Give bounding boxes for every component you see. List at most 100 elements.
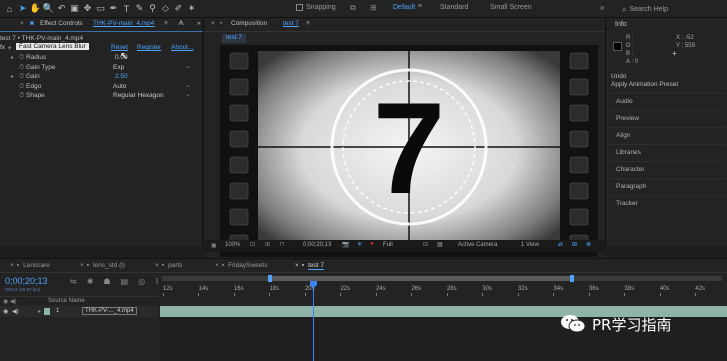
layer-audio-icon[interactable]: ◀) xyxy=(12,308,19,315)
panel-libraries[interactable]: Libraries xyxy=(609,144,725,160)
composition-tab[interactable]: Composition xyxy=(231,20,267,30)
search-help[interactable]: ⌕ Search Help xyxy=(622,4,722,15)
brush-icon[interactable]: ✎ xyxy=(134,3,145,15)
composition-subtab[interactable]: test 7 xyxy=(222,34,246,43)
puppet-icon[interactable]: ✶ xyxy=(186,3,197,15)
zoom-icon[interactable]: 🔍 xyxy=(43,3,54,15)
mouse-cursor-icon: ↖ xyxy=(120,51,129,62)
snapshot-icon[interactable]: 📷 xyxy=(342,241,349,248)
grid-icon[interactable]: ⊞ xyxy=(265,241,270,248)
composition-lock-icon[interactable]: ▪ xyxy=(220,20,222,30)
layer-visibility-icon[interactable]: ◉ xyxy=(3,308,8,315)
fx-badge[interactable]: fx xyxy=(0,44,5,51)
layer-name[interactable]: THK-PV-..._4.mp4 xyxy=(82,307,137,315)
safe-zones-icon[interactable]: ⊡ xyxy=(250,241,255,248)
pan-behind-icon[interactable]: ✥ xyxy=(82,3,93,15)
effect-controls-close[interactable]: × xyxy=(20,20,24,30)
workspace-menu-icon[interactable]: ≡ xyxy=(418,3,422,10)
layer-label-color[interactable] xyxy=(44,308,50,315)
camera-dropdown[interactable]: Active Camera xyxy=(458,242,497,248)
search-help-input[interactable]: Search Help xyxy=(629,6,668,13)
effect-controls-overflow-icon[interactable]: » xyxy=(197,20,201,30)
mask-toggle-icon[interactable]: ⊓ xyxy=(280,241,285,248)
camera-icon[interactable]: ▣ xyxy=(69,3,80,15)
snapping-toggle[interactable]: Snapping xyxy=(296,4,336,11)
effect-controls-lock-icon[interactable]: ■ xyxy=(30,20,34,30)
composition-viewer[interactable]: 7 xyxy=(220,45,598,257)
home-icon[interactable]: ⌂ xyxy=(4,3,15,15)
time-ruler[interactable]: 12s 14s 16s 18s 20s 22s 24s 26s 28s 30s 32s 34s 36s 3… xyxy=(0,259,727,299)
av-features-icon: ◉ ◀) xyxy=(3,299,17,305)
eraser-icon[interactable]: ◇ xyxy=(160,3,171,15)
show-channel-icon[interactable]: ✳ xyxy=(357,241,362,248)
workspace-default[interactable]: Default xyxy=(393,4,415,11)
ruler-tick xyxy=(411,293,413,296)
effect-controls-tab[interactable]: Effect Controls xyxy=(40,20,83,30)
stopwatch-icon[interactable]: ⏱ xyxy=(19,54,24,62)
film-sprocket-hole xyxy=(569,130,589,148)
rectangle-icon[interactable]: ▭ xyxy=(95,3,106,15)
effect-param-row: ⏱ Gain Type Exp xyxy=(0,62,203,74)
views-dropdown[interactable]: 1 View xyxy=(521,242,539,248)
param-dropdown[interactable]: Auto xyxy=(113,81,193,92)
fast-preview-icon[interactable]: ⇄ xyxy=(558,241,563,248)
composition-close[interactable]: × xyxy=(211,20,215,30)
clone-icon[interactable]: ⚲ xyxy=(147,3,158,15)
panel-character[interactable]: Character xyxy=(609,161,725,177)
timeline-toggle-icon[interactable]: ⊞ xyxy=(572,241,577,248)
ruler-tick xyxy=(624,293,626,296)
workspace-small-screen[interactable]: Small Screen xyxy=(490,4,532,11)
snap-grid-icon[interactable]: ⊞ xyxy=(370,3,377,12)
composition-tab-comp[interactable]: test 7 xyxy=(283,20,299,30)
param-dropdown[interactable]: Exp xyxy=(113,62,193,73)
panel-align[interactable]: Align xyxy=(609,127,725,143)
playhead-line[interactable] xyxy=(312,282,314,361)
effect-about-link[interactable]: About... xyxy=(171,44,193,51)
stopwatch-icon[interactable]: ⏱ xyxy=(19,73,24,81)
transparency-grid-icon[interactable]: ▦ xyxy=(437,241,443,248)
workspace-standard[interactable]: Standard xyxy=(440,4,468,11)
effect-controls-lock-panel-icon[interactable]: ᗑ xyxy=(178,20,184,30)
composition-menu-icon[interactable]: ≡ xyxy=(306,20,310,30)
rotate-icon[interactable]: ↶ xyxy=(56,3,67,15)
effect-reset-link[interactable]: Reset xyxy=(111,44,128,51)
stopwatch-icon[interactable]: ⏱ xyxy=(19,83,24,91)
type-icon[interactable]: T xyxy=(121,3,132,15)
ruler-tick-label: 36s xyxy=(588,286,599,292)
panel-tracker[interactable]: Tracker xyxy=(609,195,725,211)
param-twirl-icon[interactable]: ▸ xyxy=(11,54,14,61)
param-value[interactable]: 2.50 xyxy=(115,73,128,80)
comp-timecode[interactable]: 0;00;20;13 xyxy=(303,242,331,248)
panel-audio[interactable]: Audio xyxy=(609,93,725,109)
zoom-dropdown[interactable]: 100% xyxy=(225,242,240,248)
panel-preview[interactable]: Preview xyxy=(609,110,725,126)
layer-row[interactable]: ◉ ◀) ▸ 1 THK-PV-..._4.mp4 xyxy=(0,306,158,317)
param-name: Gain Type xyxy=(26,63,56,71)
panel-paragraph[interactable]: Paragraph xyxy=(609,178,725,194)
snap-options-icon[interactable]: ⧉ xyxy=(350,3,356,13)
snapping-checkbox[interactable] xyxy=(296,4,303,11)
countdown-frame: 7 xyxy=(220,45,598,257)
effect-controls-file[interactable]: THK-PV-main_4.mp4 xyxy=(93,20,154,30)
roto-icon[interactable]: ✐ xyxy=(173,3,184,15)
selection-icon[interactable]: ➤ xyxy=(17,3,28,15)
magnification-icon[interactable]: ▣ xyxy=(211,242,217,249)
hand-icon[interactable]: ✋ xyxy=(30,3,41,15)
watermark-text: PR学习指南 xyxy=(592,315,672,334)
layer-twirl-icon[interactable]: ▸ xyxy=(38,308,41,315)
stopwatch-icon[interactable]: ⏱ xyxy=(19,92,24,100)
pen-icon[interactable]: ✒ xyxy=(108,3,119,15)
effect-controls-menu-icon[interactable]: ≡ xyxy=(164,20,168,30)
effect-twirl-icon[interactable]: ▾ xyxy=(8,44,11,52)
flowchart-icon[interactable]: ⊗ xyxy=(586,241,591,248)
param-twirl-icon[interactable]: ▸ xyxy=(11,73,14,80)
effect-name[interactable]: Fast Camera Lens Blur xyxy=(16,43,89,50)
overflow-icon[interactable]: » xyxy=(600,3,604,12)
color-channel-icon[interactable]: ● xyxy=(370,241,374,247)
stopwatch-icon[interactable]: ⏱ xyxy=(19,64,24,72)
resolution-dropdown[interactable]: Full xyxy=(383,242,393,248)
region-of-interest-icon[interactable]: ⊟ xyxy=(423,241,428,248)
param-dropdown[interactable]: Regular Hexagon xyxy=(113,90,193,101)
source-name-header[interactable]: Source Name xyxy=(48,298,85,304)
effect-register-link[interactable]: Register xyxy=(137,44,161,51)
